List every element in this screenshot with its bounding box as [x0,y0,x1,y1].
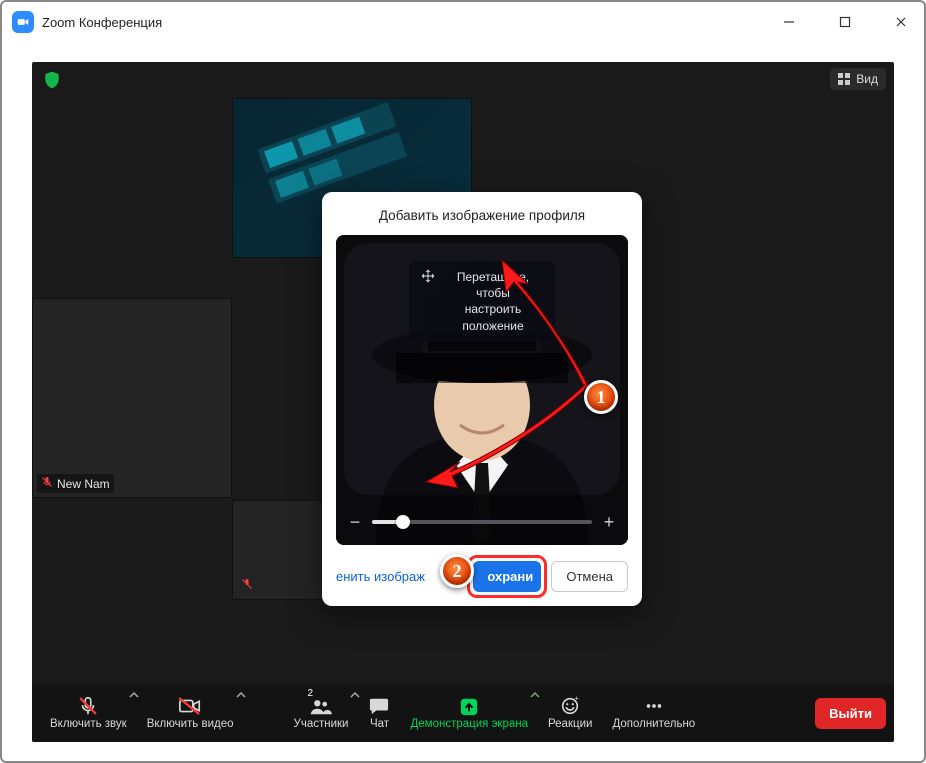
encryption-shield-icon[interactable] [42,70,62,95]
cancel-button[interactable]: Отмена [551,561,628,592]
chat-button[interactable]: Чат [358,684,400,742]
dialog-button-row: енить изображ охрани Отмена [336,561,628,592]
share-screen-icon [458,696,480,716]
video-tile-left[interactable]: New Nam [32,298,232,498]
audio-label: Включить звук [50,718,127,730]
chat-icon [368,696,390,716]
save-label: охрани [487,569,533,584]
minimize-button[interactable] [776,9,802,35]
window-controls [776,9,914,35]
window-title: Zoom Конференция [42,15,162,30]
chat-label: Чат [370,718,389,730]
drag-hint-line2: настроить положение [462,302,523,332]
participant-name-tag: New Nam [37,474,114,493]
cancel-label: Отмена [566,569,613,584]
zoom-slider-row: − + [348,513,616,531]
participant-name: New Nam [57,477,110,491]
drag-hint-tooltip: Перетащите, чтобы настроить положение [409,261,555,342]
save-button[interactable]: охрани [473,561,541,592]
reactions-icon: + [559,696,581,716]
video-label: Включить видео [147,718,234,730]
participants-button[interactable]: 2 Участники [284,684,359,742]
image-crop-area[interactable]: Перетащите, чтобы настроить положение − … [336,235,628,545]
participants-label: Участники [294,718,349,730]
zoom-out-button[interactable]: − [348,513,362,531]
meeting-topbar: Вид [32,62,894,98]
zoom-slider-thumb[interactable] [396,515,410,529]
leave-button[interactable]: Выйти [815,698,886,729]
more-label: Дополнительно [612,718,695,730]
camera-off-icon [178,696,202,716]
participant-name-tag [237,576,257,595]
share-label: Демонстрация экрана [410,718,528,730]
participants-count: 2 [308,688,314,699]
drag-hint-line1: Перетащите, чтобы [457,270,529,300]
mic-muted-icon [241,578,253,593]
share-screen-button[interactable]: Демонстрация экрана [400,684,538,742]
move-icon [421,269,435,287]
view-mode-button[interactable]: Вид [830,68,886,90]
participants-icon [309,696,333,716]
leave-label: Выйти [829,706,872,721]
reactions-label: Реакции [548,718,592,730]
more-icon [643,696,665,716]
zoom-slider[interactable] [372,520,592,524]
mic-muted-icon [41,476,53,491]
window-frame: Zoom Конференция Вид [0,0,926,763]
zoom-app-icon [12,11,34,33]
close-button[interactable] [888,9,914,35]
dialog-title: Добавить изображение профиля [336,208,628,223]
reactions-button[interactable]: + Реакции [538,684,602,742]
svg-text:+: + [575,696,579,703]
mic-muted-icon [77,696,99,716]
save-button-highlight: охрани [473,561,541,592]
more-button[interactable]: Дополнительно [602,684,705,742]
view-label: Вид [856,72,878,86]
meeting-toolbar: Включить звук Включить видео 2 Участники [32,684,894,742]
chevron-up-icon[interactable] [236,690,246,703]
zoom-meeting-window: Вид [32,62,894,742]
maximize-button[interactable] [832,9,858,35]
add-profile-image-dialog: Добавить изображение профиля [322,192,642,606]
audio-button[interactable]: Включить звук [40,684,137,742]
zoom-in-button[interactable]: + [602,513,616,531]
titlebar: Zoom Конференция [2,2,924,42]
grid-icon [838,73,850,85]
video-button[interactable]: Включить видео [137,684,244,742]
change-image-link[interactable]: енить изображ [336,569,425,584]
